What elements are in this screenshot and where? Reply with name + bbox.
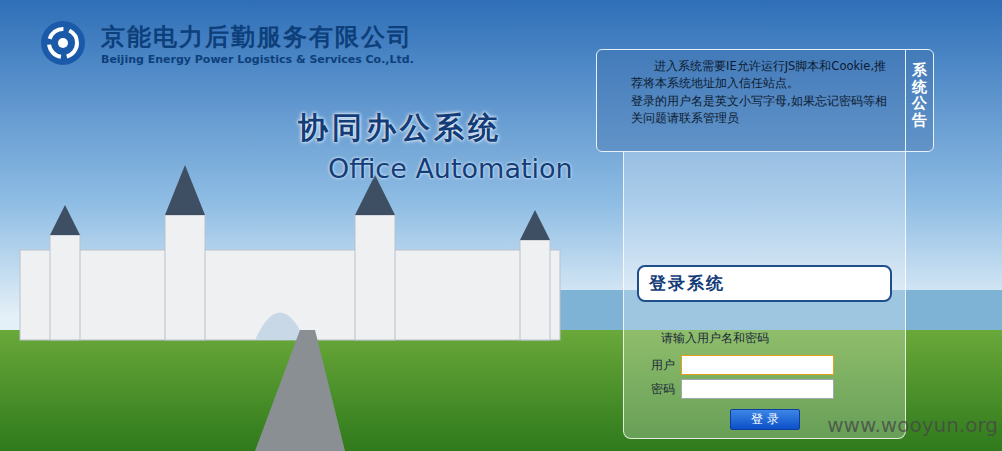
notice-panel: 进入系统需要IE允许运行JS脚本和Cookie,推荐将本系统地址加入信任站点。登… [596,49,934,152]
login-button[interactable]: 登 录 [730,409,800,430]
title-en: Office Automation [328,153,596,184]
notice-paragraph: 进入系统需要IE允许运行JS脚本和Cookie,推荐将本系统地址加入信任站点。 [631,58,895,93]
field-row: 密码 [651,379,892,399]
company-logo-icon [33,18,93,68]
company-header: 京能电力后勤服务有限公司 Beijing Energy Power Logist… [33,18,596,68]
notice-tab: 系统公告 [905,50,933,151]
login-panel: 登录系统 请输入用户名和密码 用户 密码 登 录 [623,152,906,439]
login-prompt: 请输入用户名和密码 [661,330,892,347]
system-title: 协同办公系统 Office Automation [298,108,596,184]
login-page: 京能电力后勤服务有限公司 Beijing Energy Power Logist… [0,0,1002,451]
notice-text: 进入系统需要IE允许运行JS脚本和Cookie,推荐将本系统地址加入信任站点。登… [597,50,905,151]
field-input[interactable] [681,379,834,399]
title-cn: 协同办公系统 [298,108,596,149]
field-label: 密码 [651,381,675,398]
watermark: www.wooyun.org [827,413,998,437]
field-label: 用户 [651,357,675,374]
company-name-en: Beijing Energy Power Logistics & Service… [101,53,414,66]
field-row: 用户 [651,355,892,375]
field-input[interactable] [681,355,834,375]
notice-paragraph: 登录的用户名是英文小写字母,如果忘记密码等相关问题请联系管理员 [631,93,895,128]
company-name: 京能电力后勤服务有限公司 [101,21,414,53]
login-heading: 登录系统 [637,265,892,302]
